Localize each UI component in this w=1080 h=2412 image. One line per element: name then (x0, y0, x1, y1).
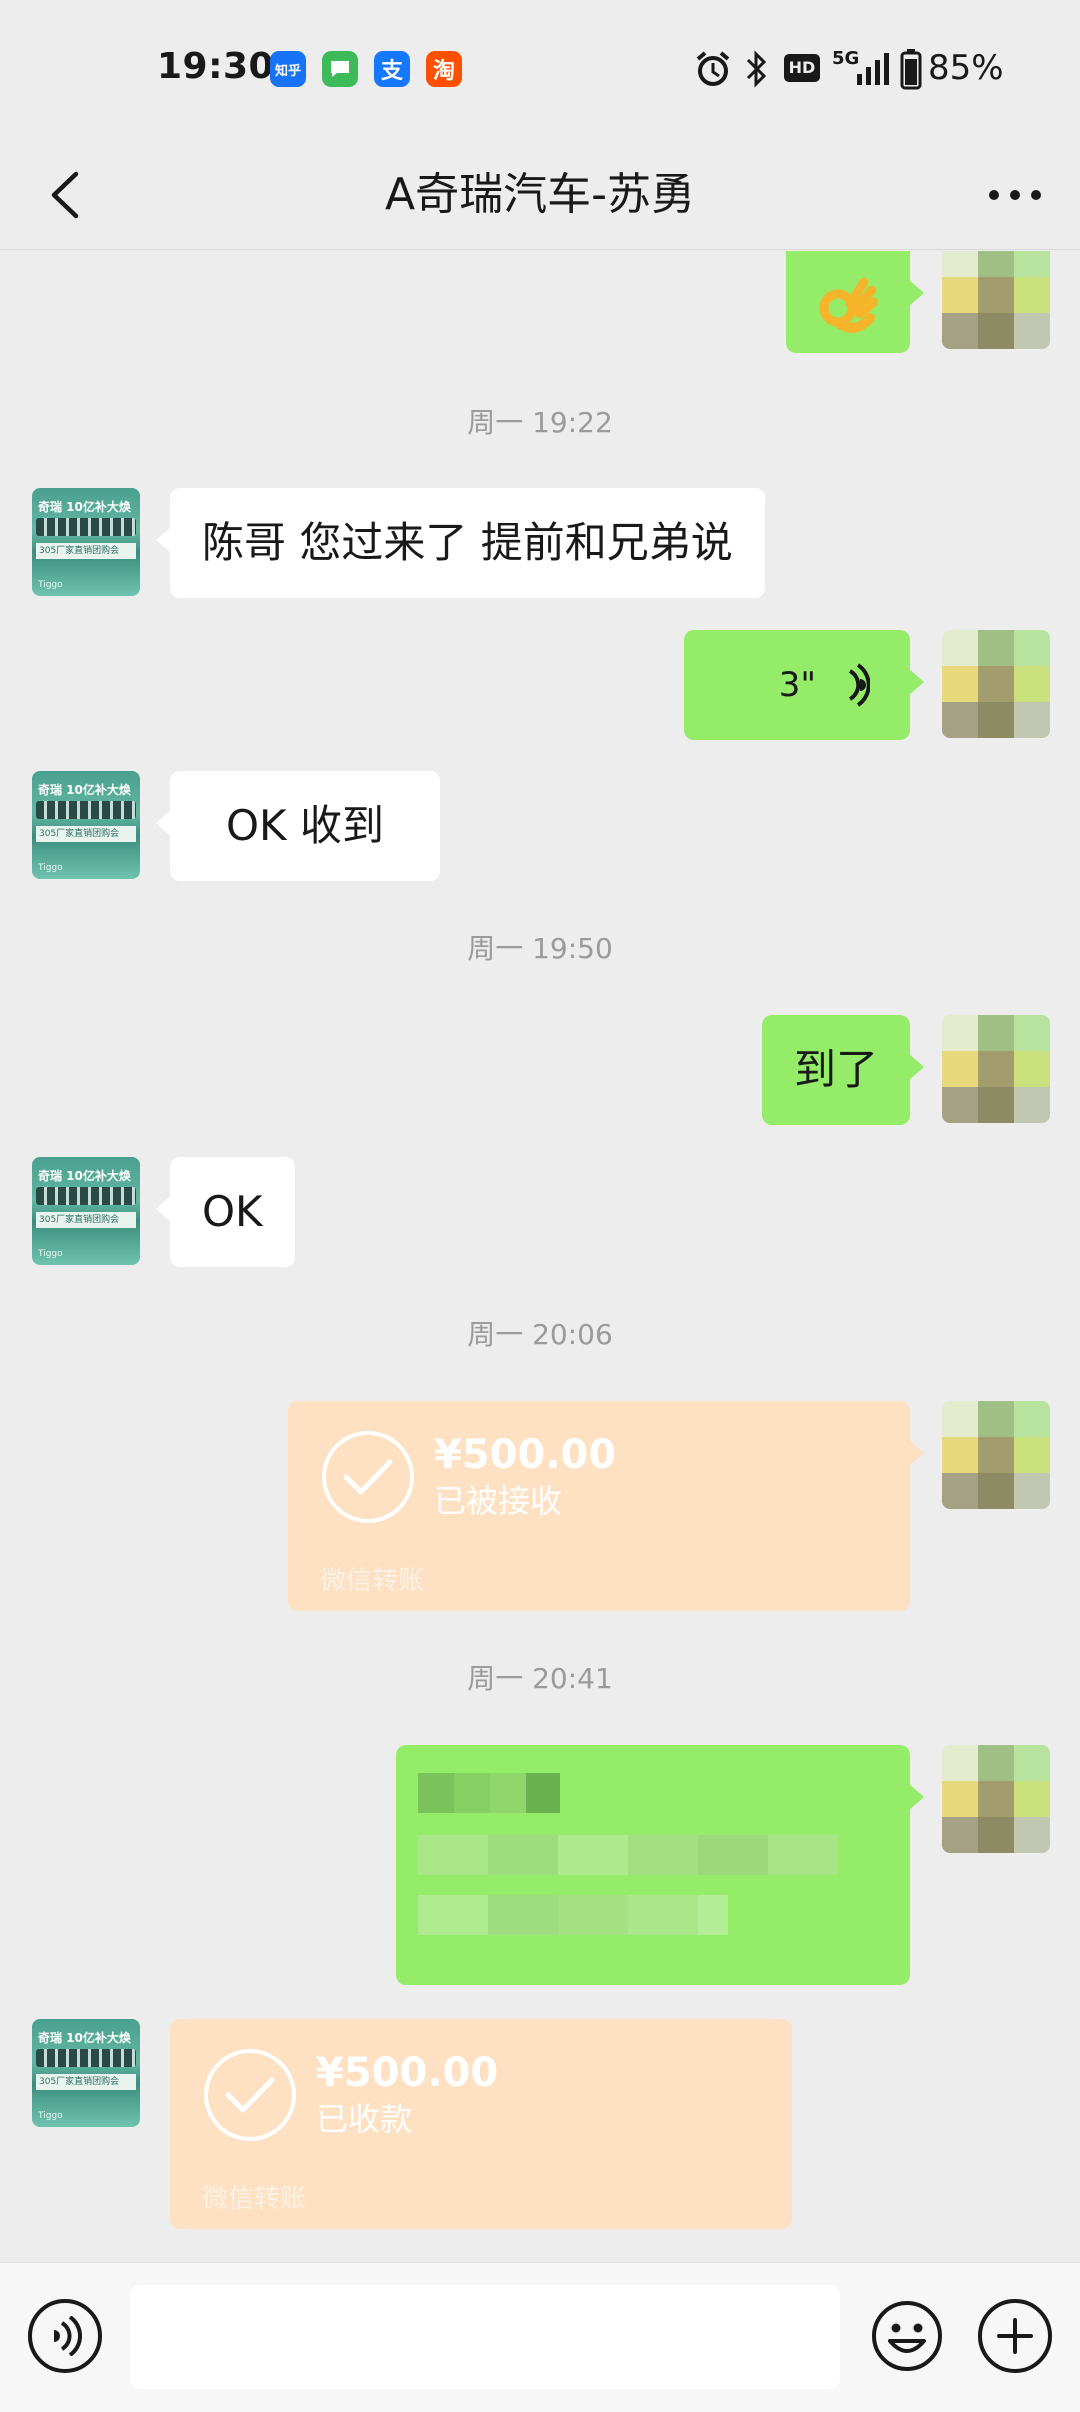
transfer-card-outgoing[interactable]: ¥500.00 已被接收 微信转账 (288, 1401, 924, 1611)
more-actions-button[interactable] (978, 2299, 1052, 2373)
contact-avatar[interactable]: 奇瑞 10亿补大焕送 305厂家直销团购会 Tiggo (32, 771, 140, 879)
bluetooth-icon (746, 50, 767, 88)
avatar-text: 305厂家直销团购会 (36, 826, 136, 842)
check-circle-icon (322, 1431, 414, 1523)
transfer-brand: 微信转账 (320, 1566, 425, 1596)
transfer-status: 已收款 (316, 2100, 413, 2138)
message-input[interactable] (130, 2285, 840, 2389)
timestamp: 周一 20:06 (467, 1318, 613, 1351)
more-button[interactable] (980, 160, 1050, 230)
message-bubble-incoming[interactable]: 陈哥 您过来了 提前和兄弟说 (156, 488, 765, 598)
blurred-message-outgoing[interactable] (396, 1745, 924, 1985)
avatar-text: 305厂家直销团购会 (36, 1212, 136, 1228)
zhihu-icon: 知乎 (270, 51, 306, 87)
message-bubble-outgoing[interactable]: 到了 (761, 1015, 925, 1125)
transfer-amount: ¥500.00 (434, 1432, 617, 1478)
transfer-status: 已被接收 (434, 1482, 563, 1520)
check-circle-icon (204, 2049, 296, 2141)
voice-duration: 3" (778, 665, 816, 705)
message-list[interactable]: 周一 19:22 奇瑞 10亿补大焕送 305厂家直销团购会 Tiggo 陈哥 … (0, 251, 1080, 2261)
battery-icon (900, 49, 922, 90)
avatar-text: 305厂家直销团购会 (36, 2074, 136, 2090)
emoji-icon (872, 2301, 942, 2371)
avatar-text: Tiggo (38, 580, 63, 590)
self-avatar[interactable] (942, 1015, 1050, 1123)
chevron-left-icon (51, 171, 79, 219)
hd-icon: HD (784, 54, 820, 82)
self-avatar[interactable] (942, 630, 1050, 738)
signal-icon (857, 53, 889, 85)
avatar-text: 305厂家直销团购会 (36, 543, 136, 559)
self-avatar[interactable] (942, 251, 1050, 349)
input-bar (0, 2262, 1080, 2412)
transfer-brand: 微信转账 (202, 2184, 307, 2214)
voice-wave-icon (848, 663, 870, 707)
voice-input-button[interactable] (28, 2299, 102, 2373)
alipay-icon: 支 (374, 51, 410, 87)
avatar-text: Tiggo (38, 1249, 63, 1259)
timestamp: 周一 19:50 (467, 932, 613, 965)
contact-avatar[interactable]: 奇瑞 10亿补大焕送 305厂家直销团购会 Tiggo (32, 2019, 140, 2127)
avatar-text: Tiggo (38, 2111, 63, 2121)
battery-percent: 85% (928, 48, 1004, 88)
timestamp: 周一 19:22 (467, 406, 613, 439)
contact-avatar[interactable]: 奇瑞 10亿补大焕送 305厂家直销团购会 Tiggo (32, 488, 140, 596)
taobao-icon: 淘 (426, 51, 462, 87)
ok-hand-emoji (816, 267, 879, 333)
alarm-icon (696, 51, 730, 86)
voice-icon (54, 2316, 82, 2356)
back-button[interactable] (30, 160, 100, 230)
voice-message[interactable]: 3" (684, 630, 924, 740)
contact-avatar[interactable]: 奇瑞 10亿补大焕送 305厂家直销团购会 Tiggo (32, 1157, 140, 1265)
messages-icon (322, 51, 358, 87)
more-dots-icon (989, 190, 1041, 200)
status-time: 19:30 (157, 46, 275, 87)
message-bubble-incoming[interactable]: OK 收到 (156, 771, 440, 881)
chat-header: A奇瑞汽车-苏勇 (0, 140, 1080, 250)
self-avatar[interactable] (942, 1745, 1050, 1853)
emoji-button[interactable] (870, 2299, 944, 2373)
avatar-text: Tiggo (38, 863, 63, 873)
status-bar: 19:30 知乎 支 淘 HD 5G 85% (0, 0, 1080, 140)
emoji-message[interactable] (786, 251, 924, 353)
message-bubble-incoming[interactable]: OK (156, 1157, 295, 1267)
timestamp: 周一 20:41 (467, 1662, 613, 1695)
plus-icon (997, 2318, 1033, 2354)
self-avatar[interactable] (942, 1401, 1050, 1509)
chat-title: A奇瑞汽车-苏勇 (385, 169, 695, 220)
transfer-amount: ¥500.00 (316, 2050, 499, 2096)
transfer-card-incoming[interactable]: ¥500.00 已收款 微信转账 (170, 2019, 792, 2229)
